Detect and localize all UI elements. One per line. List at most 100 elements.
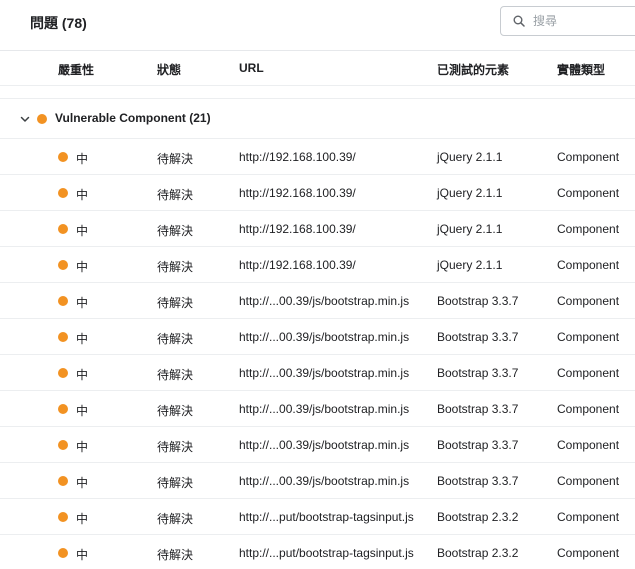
cell-tested-element: Bootstrap 3.3.7 <box>437 474 519 488</box>
cell-url: http://192.168.100.39/ <box>239 222 356 236</box>
column-header-status[interactable]: 狀態 <box>157 61 181 78</box>
cell-severity: 中 <box>76 188 89 202</box>
cell-severity: 中 <box>76 296 89 310</box>
cell-severity: 中 <box>76 368 89 382</box>
severity-dot-icon <box>58 404 68 414</box>
cell-status: 待解決 <box>157 260 194 274</box>
group-label: Vulnerable Component (21) <box>55 111 211 125</box>
table-row[interactable]: 中 待解決 http://...put/bootstrap-tagsinput.js… <box>0 498 635 534</box>
cell-severity: 中 <box>76 476 89 490</box>
cell-entity-type: Component <box>557 150 620 164</box>
cell-url: http://192.168.100.39/ <box>239 186 356 200</box>
issues-panel: 問題 (78) 嚴重性 狀態 URL 已測試的元素 實體類型 Vulnerabl… <box>0 0 635 569</box>
column-header-url[interactable]: URL <box>239 61 264 75</box>
cell-status: 待解決 <box>157 332 194 346</box>
table-row[interactable]: 中 待解決 http://192.168.100.39/jQuery 2.1.1 Co… <box>0 246 635 282</box>
cell-url: http://192.168.100.39/ <box>239 258 356 272</box>
severity-dot-icon <box>58 188 68 198</box>
cell-tested-element: Bootstrap 3.3.7 <box>437 438 519 452</box>
severity-dot-icon <box>58 332 68 342</box>
severity-dot-icon <box>58 296 68 306</box>
cell-status: 待解決 <box>157 548 194 562</box>
column-header-severity[interactable]: 嚴重性 <box>58 61 94 78</box>
table-row[interactable]: 中 待解決 http://...00.39/js/bootstrap.min.js B… <box>0 426 635 462</box>
cell-status: 待解決 <box>157 512 194 526</box>
cell-severity: 中 <box>76 152 89 166</box>
cell-entity-type: Component <box>557 474 620 488</box>
cell-url: http://...00.39/js/bootstrap.min.js <box>239 438 410 452</box>
cell-url: http://192.168.100.39/ <box>239 150 356 164</box>
cell-tested-element: Bootstrap 2.3.2 <box>437 510 519 524</box>
table-row[interactable]: 中 待解決 http://192.168.100.39/jQuery 2.1.1 Co… <box>0 138 635 174</box>
cell-tested-element: Bootstrap 3.3.7 <box>437 330 519 344</box>
table-header: 嚴重性 狀態 URL 已測試的元素 實體類型 <box>0 51 635 85</box>
cell-status: 待解決 <box>157 404 194 418</box>
table-row[interactable]: 中 待解決 http://...00.39/js/bootstrap.min.js B… <box>0 282 635 318</box>
column-header-entity-type[interactable]: 實體類型 <box>557 61 605 78</box>
table-row[interactable]: 中 待解決 http://192.168.100.39/jQuery 2.1.1 Co… <box>0 210 635 246</box>
search-input[interactable] <box>533 12 633 30</box>
severity-dot-icon <box>37 114 47 124</box>
cell-status: 待解決 <box>157 296 194 310</box>
cell-entity-type: Component <box>557 330 620 344</box>
severity-dot-icon <box>58 512 68 522</box>
cell-url: http://...00.39/js/bootstrap.min.js <box>239 330 410 344</box>
cell-status: 待解決 <box>157 476 194 490</box>
cell-severity: 中 <box>76 224 89 238</box>
cell-entity-type: Component <box>557 294 620 308</box>
cell-url: http://...00.39/js/bootstrap.min.js <box>239 402 410 416</box>
cell-status: 待解決 <box>157 152 194 166</box>
divider <box>0 98 635 99</box>
cell-tested-element: jQuery 2.1.1 <box>437 150 503 164</box>
group-row-vulnerable-component[interactable]: Vulnerable Component (21) <box>0 101 635 137</box>
cell-entity-type: Component <box>557 402 620 416</box>
panel-header: 問題 (78) <box>0 0 635 46</box>
severity-dot-icon <box>58 260 68 270</box>
cell-tested-element: Bootstrap 3.3.7 <box>437 366 519 380</box>
cell-status: 待解決 <box>157 224 194 238</box>
severity-dot-icon <box>58 440 68 450</box>
search-box[interactable] <box>500 6 635 36</box>
cell-url: http://...put/bootstrap-tagsinput.js <box>239 510 414 524</box>
cell-entity-type: Component <box>557 258 620 272</box>
cell-severity: 中 <box>76 260 89 274</box>
cell-severity: 中 <box>76 332 89 346</box>
cell-url: http://...00.39/js/bootstrap.min.js <box>239 366 410 380</box>
cell-status: 待解決 <box>157 440 194 454</box>
severity-dot-icon <box>58 476 68 486</box>
table-row[interactable]: 中 待解決 http://...put/bootstrap-tagsinput.js… <box>0 534 635 569</box>
cell-url: http://...put/bootstrap-tagsinput.js <box>239 546 414 560</box>
severity-dot-icon <box>58 224 68 234</box>
cell-entity-type: Component <box>557 510 620 524</box>
cell-tested-element: jQuery 2.1.1 <box>437 222 503 236</box>
cell-tested-element: Bootstrap 3.3.7 <box>437 294 519 308</box>
severity-dot-icon <box>58 548 68 558</box>
cell-entity-type: Component <box>557 366 620 380</box>
cell-severity: 中 <box>76 512 89 526</box>
cell-url: http://...00.39/js/bootstrap.min.js <box>239 294 410 308</box>
cell-entity-type: Component <box>557 438 620 452</box>
chevron-down-icon[interactable] <box>19 113 31 125</box>
cell-severity: 中 <box>76 440 89 454</box>
cell-tested-element: Bootstrap 3.3.7 <box>437 402 519 416</box>
cell-url: http://...00.39/js/bootstrap.min.js <box>239 474 410 488</box>
severity-dot-icon <box>58 152 68 162</box>
table-row[interactable]: 中 待解決 http://...00.39/js/bootstrap.min.js B… <box>0 462 635 498</box>
cell-severity: 中 <box>76 404 89 418</box>
table-row[interactable]: 中 待解決 http://...00.39/js/bootstrap.min.js B… <box>0 390 635 426</box>
page-title: 問題 (78) <box>30 15 87 31</box>
search-icon <box>513 15 525 27</box>
cell-tested-element: Bootstrap 2.3.2 <box>437 546 519 560</box>
table-row[interactable]: 中 待解決 http://192.168.100.39/jQuery 2.1.1 Co… <box>0 174 635 210</box>
cell-severity: 中 <box>76 548 89 562</box>
table-row[interactable]: 中 待解決 http://...00.39/js/bootstrap.min.js B… <box>0 318 635 354</box>
cell-entity-type: Component <box>557 546 620 560</box>
divider <box>0 85 635 86</box>
severity-dot-icon <box>58 368 68 378</box>
table-row[interactable]: 中 待解決 http://...00.39/js/bootstrap.min.js B… <box>0 354 635 390</box>
cell-status: 待解決 <box>157 188 194 202</box>
cell-entity-type: Component <box>557 222 620 236</box>
column-header-tested-element[interactable]: 已測試的元素 <box>437 61 509 78</box>
cell-tested-element: jQuery 2.1.1 <box>437 258 503 272</box>
cell-tested-element: jQuery 2.1.1 <box>437 186 503 200</box>
